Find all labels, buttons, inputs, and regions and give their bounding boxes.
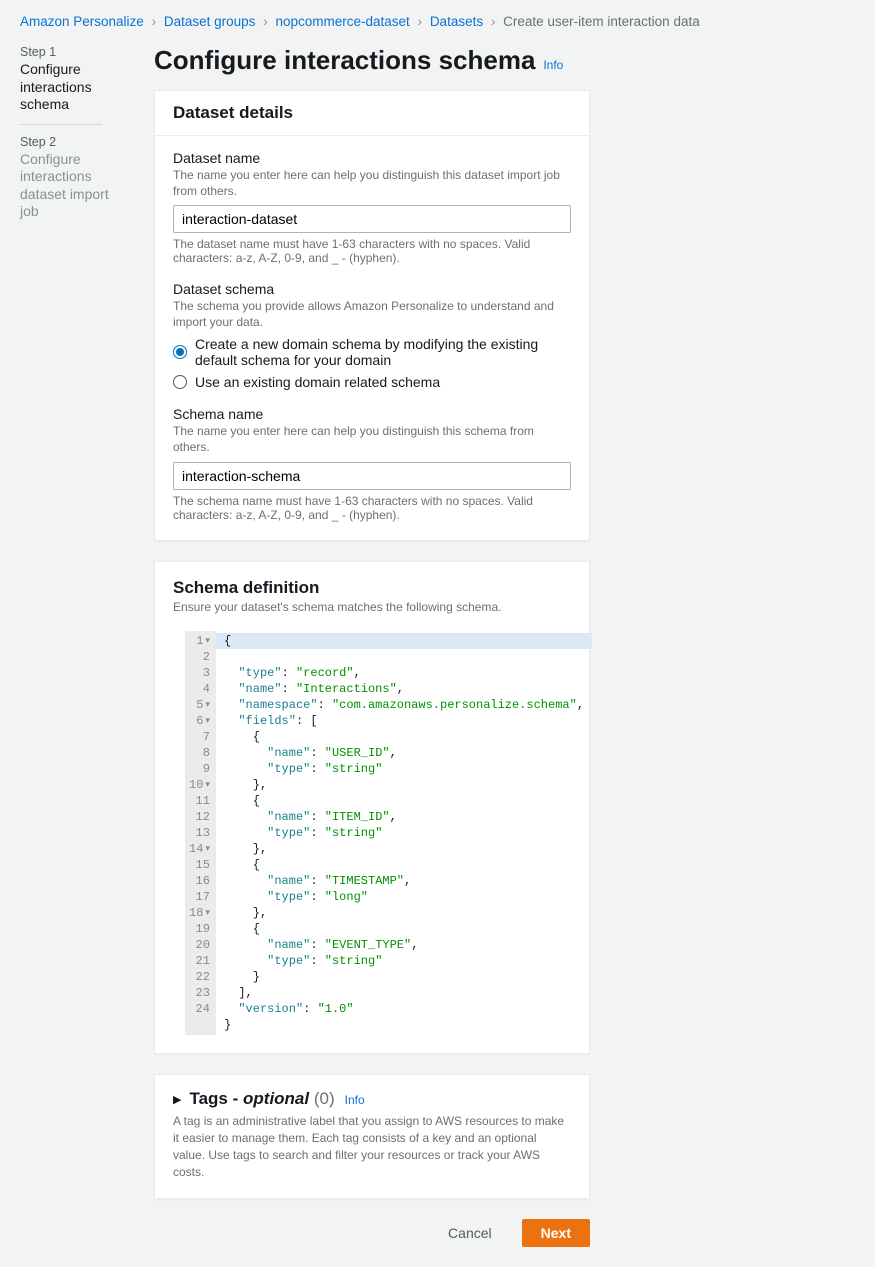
dataset-name-input[interactable] [173, 205, 571, 233]
radio-label: Create a new domain schema by modifying … [195, 336, 571, 368]
wizard-actions: Cancel Next [154, 1219, 590, 1247]
code-content[interactable]: { "type": "record", "name": "Interaction… [216, 631, 592, 1035]
dataset-details-panel: Dataset details Dataset name The name yo… [154, 90, 590, 541]
schema-code-editor[interactable]: 1▾ 2 3 4 5▾ 6▾ 7 8 9 10▾ 11 12 13 14▾ 15… [185, 631, 523, 1035]
breadcrumb-item[interactable]: Datasets [430, 14, 483, 29]
info-link[interactable]: Info [543, 58, 563, 72]
dataset-name-desc: The name you enter here can help you dis… [173, 168, 571, 199]
schema-name-label: Schema name [173, 406, 571, 422]
breadcrumb-item[interactable]: Dataset groups [164, 14, 256, 29]
chevron-right-icon: › [418, 14, 423, 29]
tags-description: A tag is an administrative label that yo… [173, 1113, 571, 1180]
schema-name-desc: The name you enter here can help you dis… [173, 424, 571, 455]
step-1-title[interactable]: Configure interactions schema [20, 61, 120, 114]
step-2-title: Configure interactions dataset import jo… [20, 151, 120, 221]
radio-icon [173, 375, 187, 389]
schema-definition-panel: Schema definition Ensure your dataset's … [154, 561, 590, 1055]
dataset-schema-label: Dataset schema [173, 281, 571, 297]
radio-create-new-schema[interactable]: Create a new domain schema by modifying … [173, 336, 571, 368]
wizard-steps: Step 1 Configure interactions schema Ste… [20, 45, 120, 1247]
schema-name-constraint: The schema name must have 1-63 character… [173, 494, 571, 522]
radio-use-existing-schema[interactable]: Use an existing domain related schema [173, 374, 571, 390]
divider [20, 124, 102, 125]
panel-heading: Schema definition [173, 578, 571, 598]
dataset-name-label: Dataset name [173, 150, 571, 166]
breadcrumb-item[interactable]: nopcommerce-dataset [275, 14, 409, 29]
panel-heading: Dataset details [173, 103, 571, 123]
chevron-right-icon: › [152, 14, 157, 29]
dataset-name-constraint: The dataset name must have 1-63 characte… [173, 237, 571, 265]
breadcrumb: Amazon Personalize › Dataset groups › no… [20, 14, 855, 29]
chevron-right-icon: › [263, 14, 268, 29]
caret-right-icon[interactable]: ▶ [173, 1093, 181, 1106]
radio-icon [173, 345, 187, 359]
tags-heading[interactable]: Tags - optional (0) [189, 1089, 334, 1109]
dataset-schema-desc: The schema you provide allows Amazon Per… [173, 299, 571, 330]
chevron-right-icon: › [491, 14, 496, 29]
tags-panel: ▶ Tags - optional (0) Info A tag is an a… [154, 1074, 590, 1199]
page-title: Configure interactions schema [154, 45, 535, 76]
step-1-label: Step 1 [20, 45, 120, 59]
info-link[interactable]: Info [345, 1093, 365, 1107]
schema-name-input[interactable] [173, 462, 571, 490]
radio-label: Use an existing domain related schema [195, 374, 440, 390]
breadcrumb-item[interactable]: Amazon Personalize [20, 14, 144, 29]
line-gutter: 1▾ 2 3 4 5▾ 6▾ 7 8 9 10▾ 11 12 13 14▾ 15… [185, 631, 216, 1035]
breadcrumb-current: Create user-item interaction data [503, 14, 700, 29]
next-button[interactable]: Next [522, 1219, 590, 1247]
cancel-button[interactable]: Cancel [430, 1219, 510, 1247]
tags-count: (0) [314, 1089, 335, 1108]
step-2-label: Step 2 [20, 135, 120, 149]
schema-definition-desc: Ensure your dataset's schema matches the… [173, 600, 571, 616]
